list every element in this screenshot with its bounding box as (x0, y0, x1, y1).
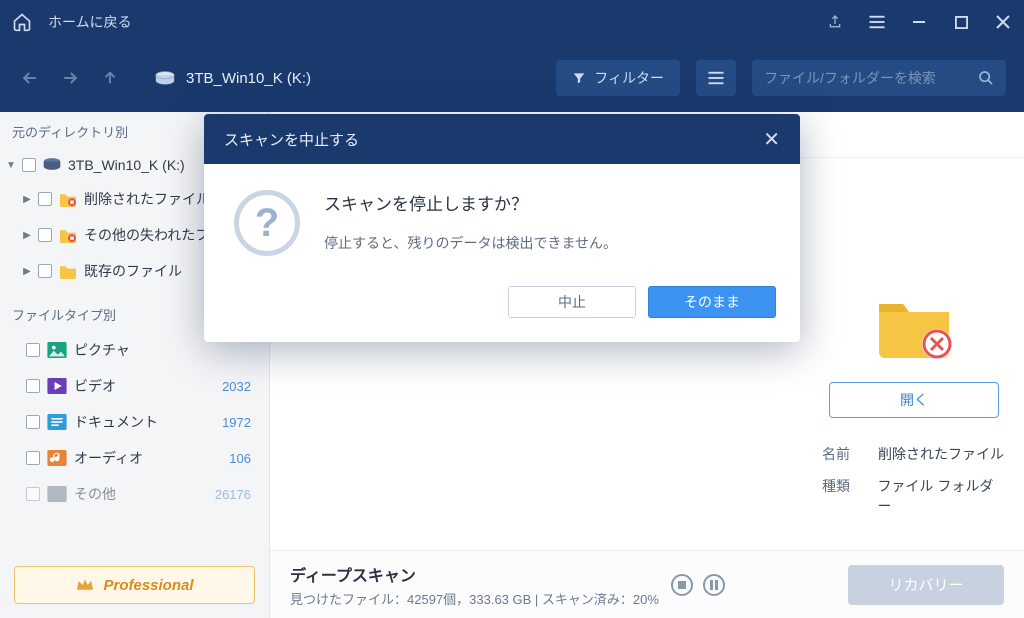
cancel-button[interactable]: 中止 (508, 286, 636, 318)
continue-button[interactable]: そのまま (648, 286, 776, 318)
modal-header-title: スキャンを中止する (224, 129, 359, 150)
modal-header: スキャンを中止する ✕ (204, 114, 800, 164)
question-icon: ? (234, 190, 300, 256)
modal-body: ? スキャンを停止しますか？ 停止すると、残りのデータは検出できません。 (204, 164, 800, 276)
confirm-stop-modal: スキャンを中止する ✕ ? スキャンを停止しますか？ 停止すると、残りのデータは… (204, 114, 800, 342)
modal-title: スキャンを停止しますか？ (324, 190, 617, 215)
modal-desc: 停止すると、残りのデータは検出できません。 (324, 233, 617, 253)
close-icon[interactable]: ✕ (763, 127, 780, 152)
modal-footer: 中止 そのまま (204, 276, 800, 342)
